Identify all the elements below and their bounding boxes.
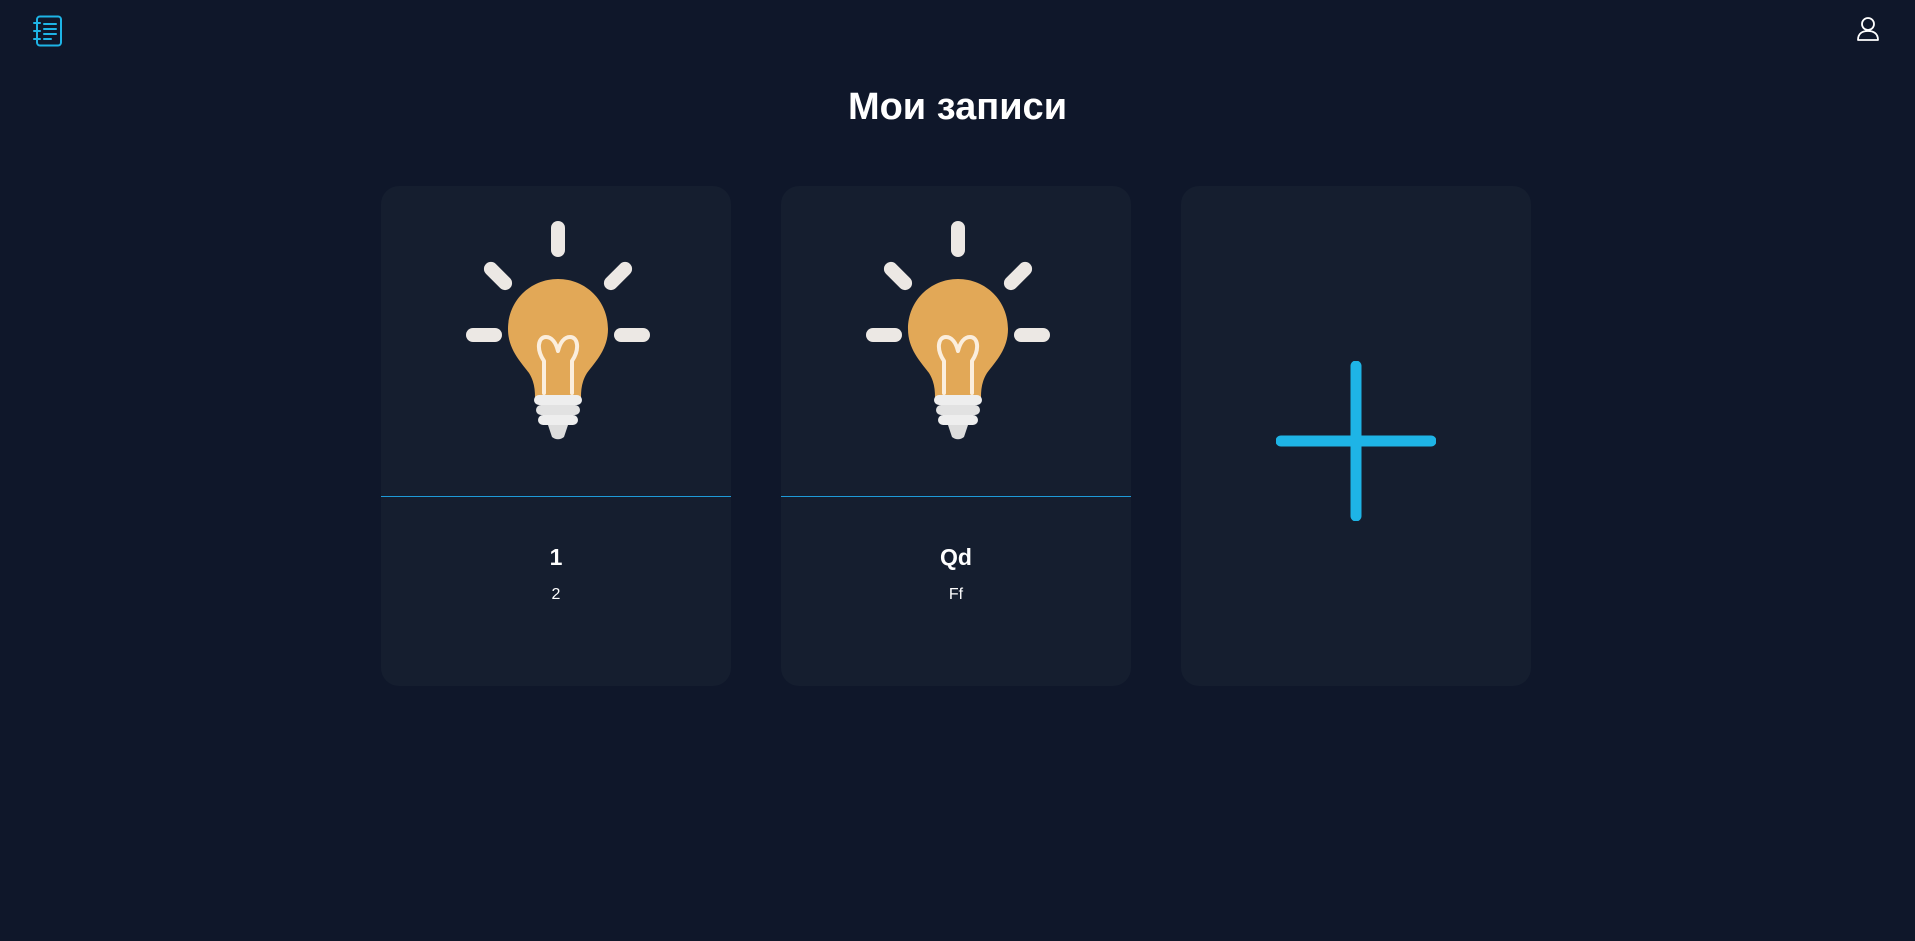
lightbulb-icon bbox=[866, 221, 1050, 440]
note-card-image bbox=[781, 186, 1131, 497]
notebook-icon[interactable] bbox=[33, 15, 63, 47]
plus-icon bbox=[1276, 361, 1436, 521]
note-title: Qd bbox=[940, 544, 972, 570]
note-description: 2 bbox=[551, 586, 561, 603]
note-title: 1 bbox=[549, 544, 563, 570]
note-card-image bbox=[381, 186, 731, 497]
lightbulb-icon bbox=[466, 221, 650, 440]
notes-grid: 1 2 Qd Ff bbox=[381, 186, 1531, 686]
add-note-button[interactable] bbox=[1181, 186, 1531, 686]
note-description: Ff bbox=[948, 586, 964, 603]
app-page: Мои записи 1 2 Qd Ff bbox=[0, 0, 1915, 941]
note-card[interactable]: Qd Ff bbox=[781, 186, 1131, 686]
page-title: Мои записи bbox=[847, 86, 1068, 128]
note-card[interactable]: 1 2 bbox=[381, 186, 731, 686]
user-icon[interactable] bbox=[1856, 16, 1880, 42]
